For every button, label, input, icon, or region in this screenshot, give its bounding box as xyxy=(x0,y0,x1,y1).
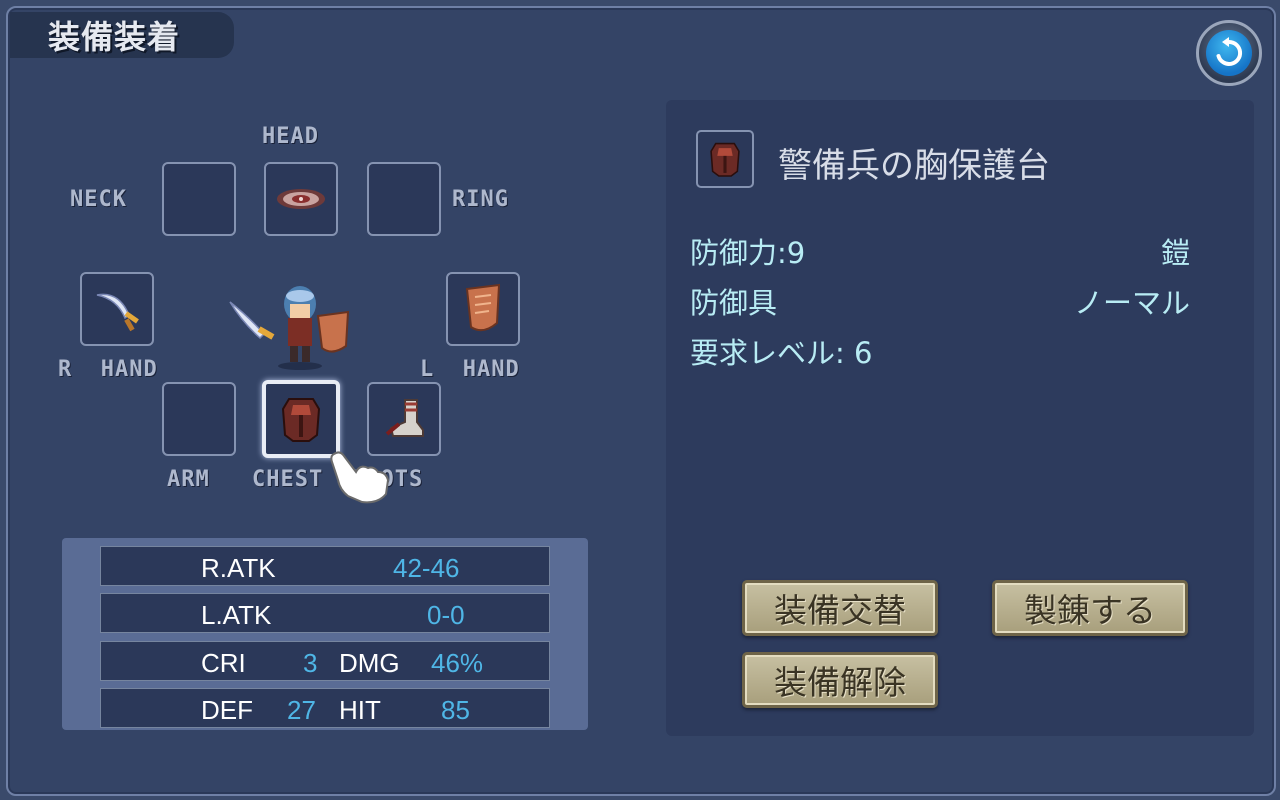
def-label: DEF xyxy=(201,695,253,725)
refresh-icon xyxy=(1206,30,1252,76)
r-hand-slot[interactable] xyxy=(80,272,154,346)
l-atk-value: 0-0 xyxy=(427,600,465,630)
swap-equipment-button[interactable]: 装備交替 xyxy=(742,580,938,636)
r-hand-label: R HAND xyxy=(58,357,158,382)
dmg-value: 46% xyxy=(431,648,484,678)
ring-slot[interactable] xyxy=(367,162,441,236)
stat-row-def-hit: DEF 27 HIT 85 xyxy=(100,688,550,728)
item-icon-frame xyxy=(696,130,754,188)
stat-row-l-atk: L.ATK 0-0 xyxy=(100,593,550,633)
item-category: 鎧 xyxy=(1160,236,1190,270)
character-sprite xyxy=(229,286,350,370)
hit-label: HIT xyxy=(339,695,381,725)
item-type: 防御具 xyxy=(690,286,778,320)
neck-slot[interactable] xyxy=(162,162,236,236)
chest-armor-icon xyxy=(710,142,740,177)
stat-row-r-atk: R.ATK 42-46 xyxy=(100,546,550,586)
head-label: HEAD xyxy=(262,124,319,149)
neck-label: NECK xyxy=(70,187,127,212)
arm-label: ARM xyxy=(167,467,210,492)
pointer-hand-icon xyxy=(330,451,390,504)
head-slot[interactable] xyxy=(264,162,338,236)
l-atk-label: L.ATK xyxy=(201,600,272,630)
chest-label: CHEST xyxy=(252,467,324,492)
item-defense: 防御力:9 xyxy=(690,236,806,270)
stats-panel: R.ATK 42-46 L.ATK 0-0 CRI 3 DMG 46% DEF … xyxy=(62,538,588,730)
boots-slot[interactable] xyxy=(367,382,441,456)
helmet-icon xyxy=(277,189,325,209)
l-hand-slot[interactable] xyxy=(446,272,520,346)
chest-armor-icon xyxy=(281,398,321,442)
hit-value: 85 xyxy=(441,695,470,725)
item-rarity: ノーマル xyxy=(1073,286,1190,320)
shield-icon xyxy=(465,283,501,332)
cri-value: 3 xyxy=(303,648,318,678)
boots-icon xyxy=(385,399,424,437)
stat-row-cri-dmg: CRI 3 DMG 46% xyxy=(100,641,550,681)
arm-slot[interactable] xyxy=(162,382,236,456)
l-hand-label: L HAND xyxy=(420,357,520,382)
scimitar-icon xyxy=(96,293,139,332)
window-title: 装備装着 xyxy=(10,12,234,58)
def-value: 27 xyxy=(287,695,316,725)
refine-button[interactable]: 製錬する xyxy=(992,580,1188,636)
item-required-level: 要求レベル: 6 xyxy=(690,336,873,370)
refresh-button[interactable] xyxy=(1196,20,1262,86)
unequip-button[interactable]: 装備解除 xyxy=(742,652,938,708)
cri-label: CRI xyxy=(201,648,246,678)
r-atk-value: 42-46 xyxy=(393,553,460,583)
item-name: 警備兵の胸保護台 xyxy=(778,146,1050,186)
ring-label: RING xyxy=(452,187,509,212)
item-detail-panel: 警備兵の胸保護台 防御力:9 鎧 防御具 ノーマル 要求レベル: 6 装備交替 … xyxy=(666,100,1254,736)
r-atk-label: R.ATK xyxy=(201,553,276,583)
dmg-label: DMG xyxy=(339,648,400,678)
